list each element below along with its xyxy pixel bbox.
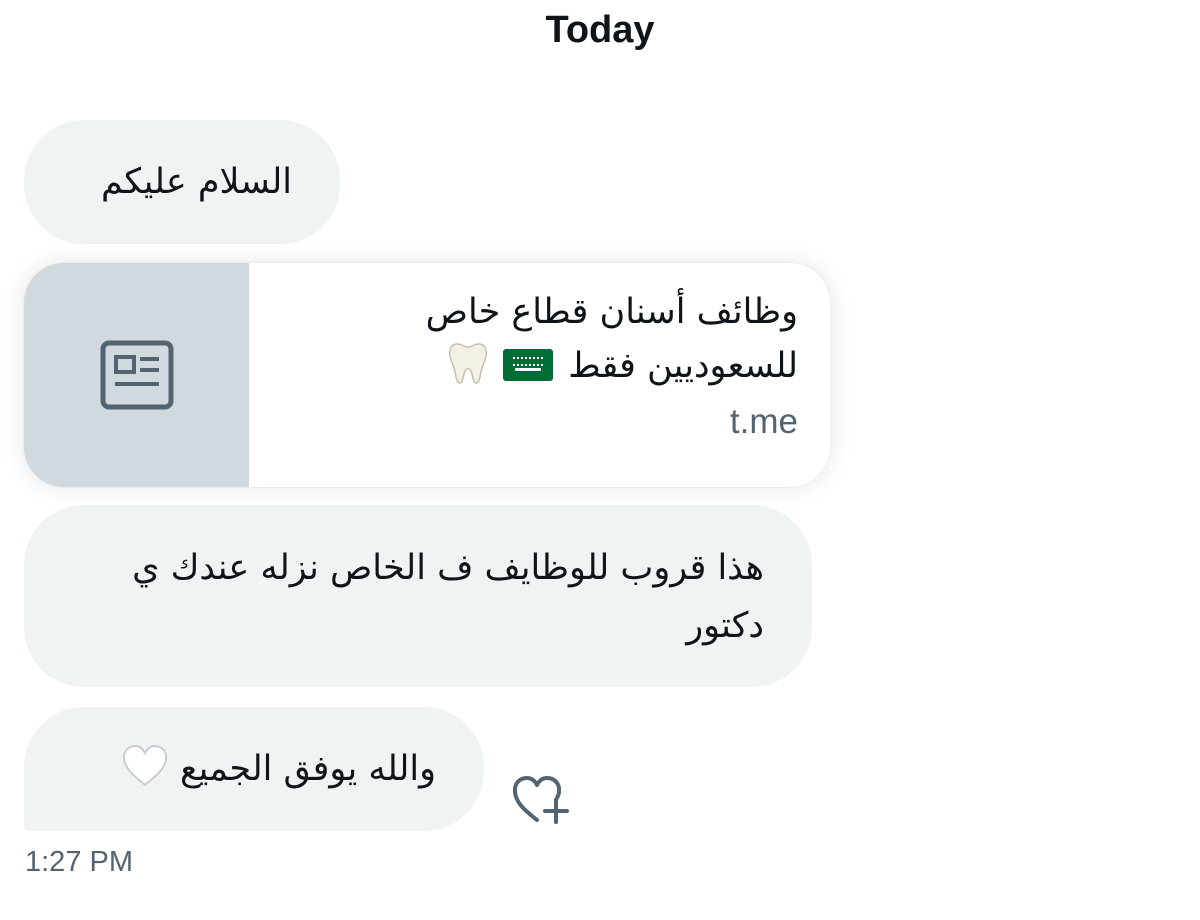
link-title: وظائف أسنان قطاع خاص للسعوديين فقط: [269, 285, 798, 393]
saudi-flag-icon: [503, 349, 554, 381]
link-domain: t.me: [729, 402, 798, 441]
message-bubble[interactable]: السلام عليكم: [24, 120, 340, 244]
heart-plus-icon: [512, 776, 569, 824]
link-thumbnail: [24, 263, 249, 487]
message-text: السلام عليكم: [101, 162, 292, 202]
white-heart-icon: [122, 744, 167, 787]
link-details: وظائف أسنان قطاع خاص للسعوديين فقط t.me: [249, 263, 830, 487]
tooth-icon: [448, 343, 487, 384]
link-title-line-1: وظائف أسنان قطاع خاص: [425, 292, 798, 332]
add-reaction-button[interactable]: [510, 770, 574, 830]
link-title-text: للسعوديين فقط: [568, 346, 798, 386]
link-title-line-2: للسعوديين فقط: [269, 339, 798, 393]
message-timestamp: 1:27 PM: [25, 846, 133, 878]
article-icon: [100, 340, 174, 410]
link-preview-card[interactable]: وظائف أسنان قطاع خاص للسعوديين فقط t.me: [24, 263, 830, 487]
message-bubble[interactable]: هذا قروب للوظايف ف الخاص نزله عندك ي دكت…: [24, 505, 812, 687]
message-text: والله يوفق الجميع: [179, 749, 436, 789]
date-header: Today: [545, 9, 655, 51]
message-bubble[interactable]: والله يوفق الجميع: [24, 707, 484, 831]
message-text: هذا قروب للوظايف ف الخاص نزله عندك ي دكت…: [132, 548, 764, 646]
